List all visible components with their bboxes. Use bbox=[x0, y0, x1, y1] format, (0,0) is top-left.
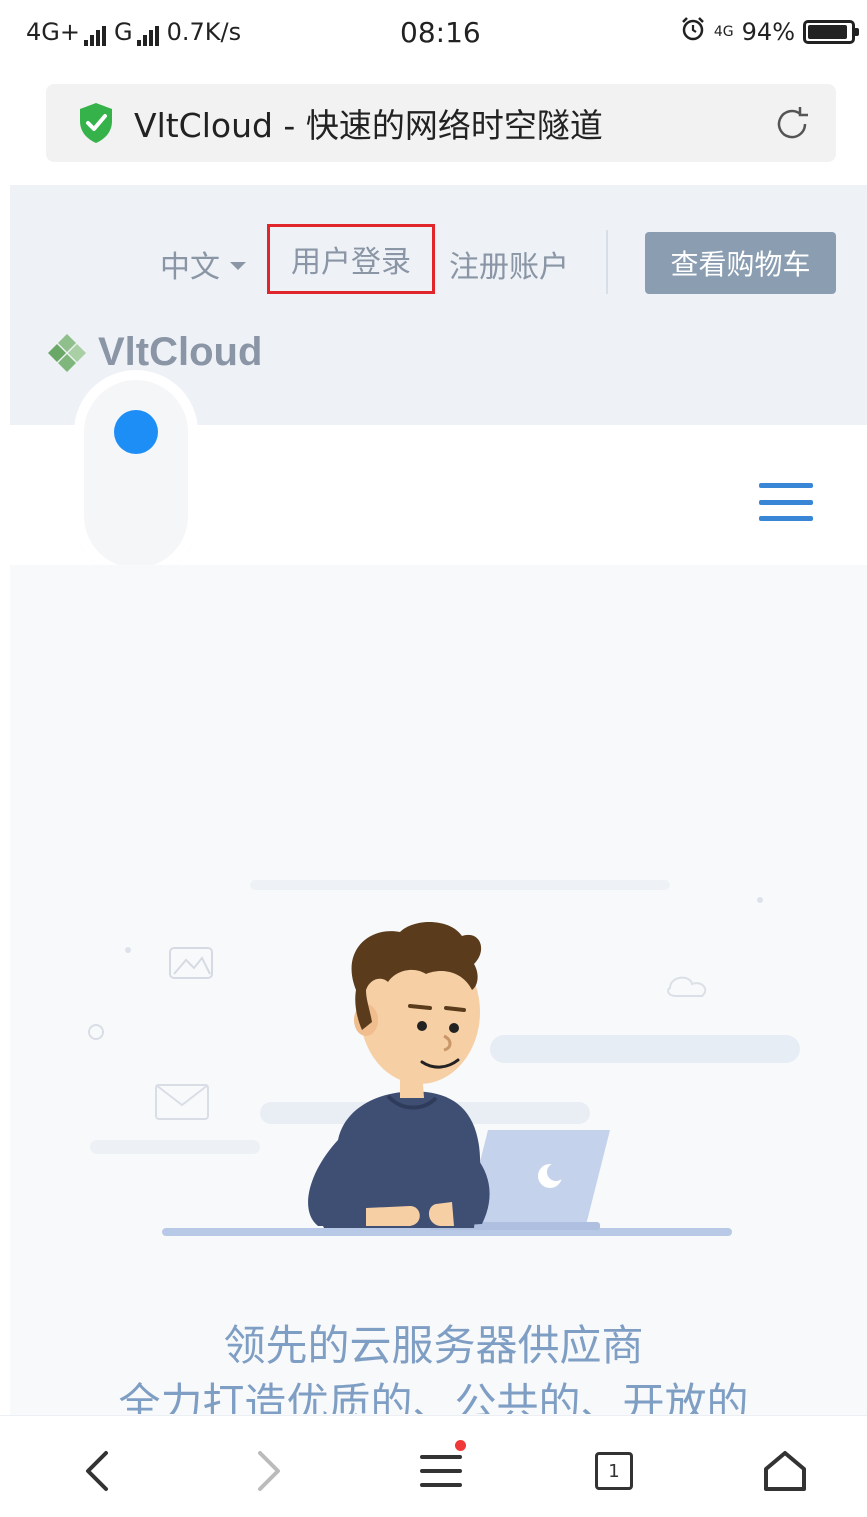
network-type-3: 4G bbox=[713, 24, 734, 40]
site-logo[interactable]: VltCloud bbox=[46, 330, 262, 375]
browser-toolbar: 1 bbox=[0, 1415, 867, 1517]
battery-icon bbox=[803, 20, 859, 44]
alarm-icon bbox=[680, 16, 706, 48]
signal-icon-2 bbox=[136, 26, 159, 46]
view-cart-button[interactable]: 查看购物车 bbox=[645, 232, 836, 294]
battery-percent: 94% bbox=[741, 18, 795, 46]
notification-dot-icon bbox=[455, 1440, 466, 1451]
caret-down-icon bbox=[230, 262, 246, 270]
status-left: 4G+ G 0.7K/s bbox=[26, 18, 241, 46]
network-type-2: G bbox=[113, 18, 133, 46]
hamburger-menu-icon[interactable] bbox=[759, 483, 813, 521]
top-navigation: 中文 用户登录 注册账户 查看购物车 bbox=[0, 224, 867, 296]
green-shield-icon bbox=[76, 101, 116, 145]
menu-icon[interactable] bbox=[416, 1440, 466, 1496]
network-speed: 0.7K/s bbox=[166, 18, 242, 46]
language-label: 中文 bbox=[160, 250, 220, 285]
logo-text: VltCloud bbox=[98, 330, 263, 374]
floating-dot-icon[interactable] bbox=[114, 410, 158, 454]
hero-slogan-line2: 全力打造优质的、公共的、开放的 bbox=[118, 1379, 749, 1414]
register-link[interactable]: 注册账户 bbox=[449, 242, 569, 286]
status-bar: 4G+ G 0.7K/s 08:16 4G 94% bbox=[0, 0, 867, 70]
back-icon[interactable] bbox=[72, 1446, 122, 1496]
language-selector[interactable]: 中文 bbox=[160, 242, 246, 286]
login-link[interactable]: 用户登录 bbox=[267, 224, 435, 294]
floating-widget[interactable] bbox=[84, 380, 188, 568]
page-title: VltCloud - 快速的网络时空隧道 bbox=[134, 106, 603, 145]
address-bar[interactable]: VltCloud - 快速的网络时空隧道 bbox=[46, 84, 836, 162]
status-right: 4G 94% bbox=[680, 16, 859, 48]
tab-count: 1 bbox=[595, 1452, 633, 1490]
reload-icon[interactable] bbox=[772, 104, 812, 144]
tabs-button[interactable]: 1 bbox=[589, 1446, 639, 1496]
forward-icon[interactable] bbox=[244, 1446, 294, 1496]
diamond-logo-icon bbox=[46, 332, 88, 374]
network-type-1: 4G+ bbox=[26, 18, 80, 46]
nav-divider bbox=[606, 230, 608, 294]
clock: 08:16 bbox=[400, 16, 481, 49]
hero-slogan-line1: 领先的云服务器供应商 bbox=[223, 1321, 644, 1370]
home-icon[interactable] bbox=[760, 1446, 810, 1496]
hero-illustration bbox=[70, 840, 810, 1280]
signal-icon bbox=[83, 26, 106, 46]
